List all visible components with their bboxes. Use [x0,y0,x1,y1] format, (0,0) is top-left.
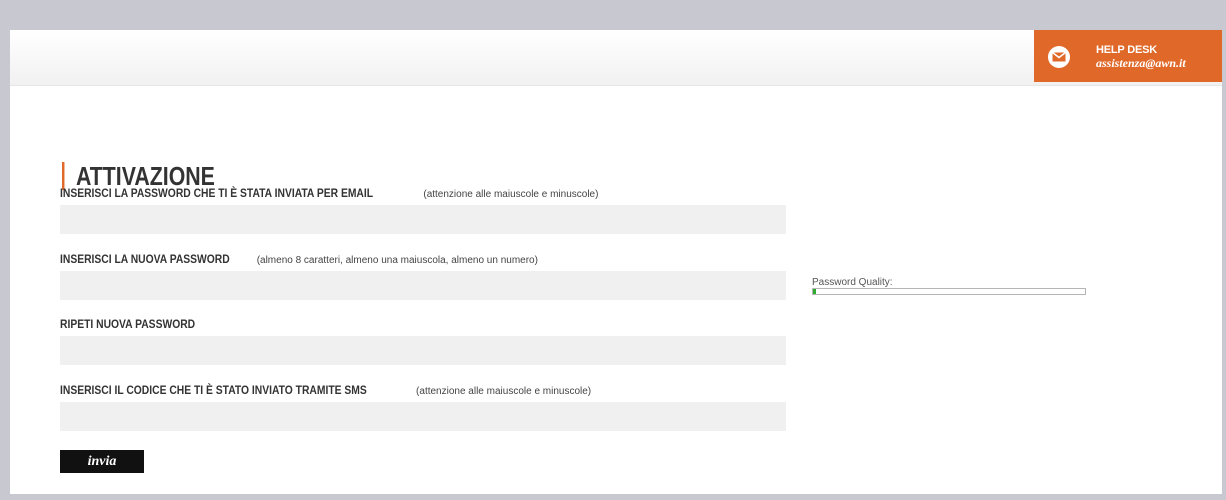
field-label-email-password: INSERISCI LA PASSWORD CHE TI È STATA INV… [60,186,598,200]
new-password-input[interactable] [60,271,786,300]
helpdesk-box[interactable]: HELP DESK assistenza@awn.it [1034,30,1222,82]
field-label-repeat-password: RIPETI NUOVA PASSWORD [60,317,213,331]
field-label-note: (attenzione alle maiuscole e minuscole) [416,386,592,397]
field-label-text: RIPETI NUOVA PASSWORD [60,317,196,331]
top-bar: HELP DESK assistenza@awn.it [10,30,1222,86]
field-label-note: (almeno 8 caratteri, almeno una maiuscol… [256,255,538,266]
email-password-input[interactable] [60,205,786,234]
field-label-text: INSERISCI LA NUOVA PASSWORD [60,252,230,266]
field-label-sms-code: INSERISCI IL CODICE CHE TI È STATO INVIA… [60,383,591,397]
field-label-note: (attenzione alle maiuscole e minuscole) [423,189,599,200]
field-label-text: INSERISCI LA PASSWORD CHE TI È STATA INV… [60,186,374,200]
password-quality-label: Password Quality: [812,277,893,288]
password-quality-bar [812,288,1086,295]
repeat-password-input[interactable] [60,336,786,365]
helpdesk-title: HELP DESK [1096,44,1157,56]
mail-icon [1048,46,1070,68]
helpdesk-email[interactable]: assistenza@awn.it [1096,56,1186,71]
password-quality-fill [813,289,816,294]
field-label-text: INSERISCI IL CODICE CHE TI È STATO INVIA… [60,383,367,397]
sms-code-input[interactable] [60,402,786,431]
submit-button[interactable]: invia [60,450,144,473]
field-label-new-password: INSERISCI LA NUOVA PASSWORD (almeno 8 ca… [60,252,538,266]
page-frame: HELP DESK assistenza@awn.it ATTIVAZIONE … [10,30,1222,494]
